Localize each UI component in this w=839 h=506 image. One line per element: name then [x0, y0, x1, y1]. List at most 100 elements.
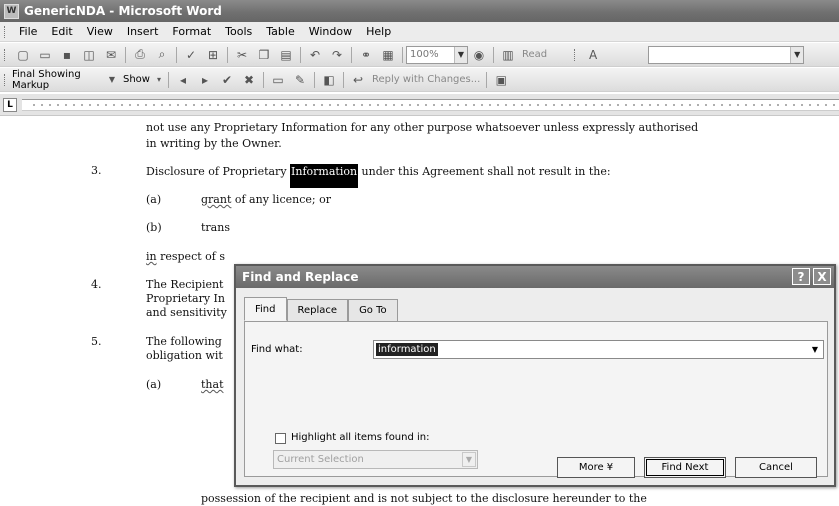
research-icon[interactable]: ⊞ [203, 46, 223, 64]
toolbar-options-icon[interactable]: ▣ [491, 71, 511, 89]
reviewing-pane-icon[interactable]: ◧ [319, 71, 339, 89]
chevron-down-icon[interactable]: ▼ [808, 342, 822, 357]
window-title: GenericNDA - Microsoft Word [24, 4, 222, 18]
doc-line: The Recipient [146, 278, 224, 291]
toolbar-separator [402, 46, 403, 63]
title-bar: W GenericNDA - Microsoft Word [0, 0, 839, 22]
menu-help[interactable]: Help [359, 25, 398, 38]
toolbar-grip [4, 73, 7, 86]
next-change-icon[interactable]: ▸ [195, 71, 215, 89]
toolbar-grip [574, 48, 577, 61]
highlight-all-label: Highlight all items found in: [291, 432, 430, 443]
toolbar-separator [351, 46, 352, 63]
menu-file[interactable]: File [12, 25, 44, 38]
menu-insert[interactable]: Insert [120, 25, 166, 38]
previous-change-icon[interactable]: ◂ [173, 71, 193, 89]
new-document-icon[interactable]: ▢ [13, 46, 33, 64]
chevron-down-icon[interactable]: ▼ [790, 46, 804, 63]
more-button[interactable]: More ¥ [557, 457, 635, 478]
reply-icon[interactable]: ↩ [348, 71, 368, 89]
toolbar-grip [4, 48, 7, 61]
clause-3-text: Disclosure of Proprietary Information un… [146, 164, 611, 188]
track-changes-icon[interactable]: ✎ [290, 71, 310, 89]
print-icon[interactable]: ⎙ [130, 46, 150, 64]
show-menu-button[interactable]: Show [120, 74, 153, 85]
chevron-down-icon[interactable]: ▼ [105, 71, 119, 89]
highlight-all-checkbox[interactable] [275, 433, 286, 444]
doc-text: in [146, 250, 157, 263]
clause-number: 5. [91, 335, 102, 348]
doc-line: obligation wit [146, 349, 223, 362]
tab-selector[interactable]: L [3, 98, 17, 112]
chevron-down-icon[interactable]: ▼ [454, 46, 467, 63]
email-icon[interactable]: ✉ [101, 46, 121, 64]
chevron-down-icon[interactable]: ▼ [462, 452, 476, 467]
toolbar-separator [167, 71, 169, 88]
ruler-ticks [30, 102, 839, 108]
doc-line: and sensitivity [146, 306, 227, 319]
find-what-label: Find what: [251, 344, 303, 355]
doc-line: possession of the recipient and is not s… [201, 492, 647, 505]
doc-text: under this Agreement shall not result in… [358, 165, 611, 178]
close-button[interactable]: X [813, 268, 831, 285]
menu-window[interactable]: Window [302, 25, 359, 38]
menu-format[interactable]: Format [165, 25, 218, 38]
doc-line: in respect of s [146, 250, 225, 263]
cancel-button[interactable]: Cancel [735, 457, 817, 478]
open-folder-icon[interactable]: ▭ [35, 46, 55, 64]
undo-icon[interactable]: ↶ [305, 46, 325, 64]
table-icon[interactable]: ▦ [378, 46, 398, 64]
doc-line: not use any Proprietary Information for … [146, 121, 699, 134]
toolbar-separator [176, 46, 177, 63]
menu-view[interactable]: View [80, 25, 120, 38]
permission-icon[interactable]: ◫ [79, 46, 99, 64]
reply-with-changes-button[interactable]: Reply with Changes... [369, 74, 483, 85]
tab-replace[interactable]: Replace [286, 299, 349, 321]
toolbar-separator [493, 46, 494, 63]
horizontal-ruler[interactable]: L [0, 94, 839, 116]
dialog-title: Find and Replace [242, 270, 359, 284]
reviewing-toolbar: Final Showing Markup ▼ Show ▾ ◂ ▸ ✔ ✖ ▭ … [0, 68, 839, 92]
zoom-combo[interactable]: 100% ▼ [406, 45, 468, 64]
font-combo[interactable]: ▼ [648, 45, 805, 64]
search-scope-select[interactable]: Current Selection ▼ [273, 450, 478, 469]
style-icon[interactable]: A [583, 46, 603, 64]
doc-text: Disclosure of Proprietary [146, 165, 291, 178]
tab-goto[interactable]: Go To [348, 299, 398, 321]
help-button[interactable]: ? [792, 268, 810, 285]
save-icon[interactable]: ▪ [57, 46, 77, 64]
help-icon[interactable]: ◉ [469, 46, 489, 64]
menu-edit[interactable]: Edit [44, 25, 79, 38]
toolbar-separator [486, 71, 488, 88]
menu-tools[interactable]: Tools [218, 25, 259, 38]
chevron-down-icon[interactable]: ▾ [154, 71, 164, 89]
clause-number: 4. [91, 278, 102, 291]
standard-toolbar: ▢ ▭ ▪ ◫ ✉ ⎙ ⌕ ✓ ⊞ ✂ ❐ ▤ ↶ ↷ ⚭ ▦ 100% ▼ ◉… [0, 43, 839, 67]
spelling-icon[interactable]: ✓ [181, 46, 201, 64]
toolbar-separator [262, 71, 264, 88]
insert-comment-icon[interactable]: ▭ [268, 71, 288, 89]
doc-text: of any licence; or [231, 193, 331, 206]
accept-change-icon[interactable]: ✔ [217, 71, 237, 89]
copy-icon[interactable]: ❐ [254, 46, 274, 64]
doc-line: that [201, 378, 223, 391]
toolbar-separator [300, 46, 301, 63]
hyperlink-icon[interactable]: ⚭ [356, 46, 376, 64]
read-icon[interactable]: ▥ [498, 46, 518, 64]
menu-grip [4, 25, 7, 38]
subclause-text: trans [201, 221, 230, 234]
cut-icon[interactable]: ✂ [232, 46, 252, 64]
review-mode-combo[interactable]: Final Showing Markup [12, 69, 104, 91]
find-what-input[interactable]: information ▼ [373, 340, 824, 359]
reject-change-icon[interactable]: ✖ [239, 71, 259, 89]
tab-find[interactable]: Find [244, 297, 287, 321]
search-highlight: Information [290, 164, 359, 188]
menu-table[interactable]: Table [259, 25, 301, 38]
search-scope-value: Current Selection [277, 454, 364, 465]
print-preview-icon[interactable]: ⌕ [152, 46, 172, 64]
dialog-title-bar[interactable]: Find and Replace ? X [236, 266, 834, 288]
read-button[interactable]: Read [519, 49, 550, 60]
paste-icon[interactable]: ▤ [276, 46, 296, 64]
find-next-button[interactable]: Find Next [644, 457, 726, 478]
redo-icon[interactable]: ↷ [327, 46, 347, 64]
